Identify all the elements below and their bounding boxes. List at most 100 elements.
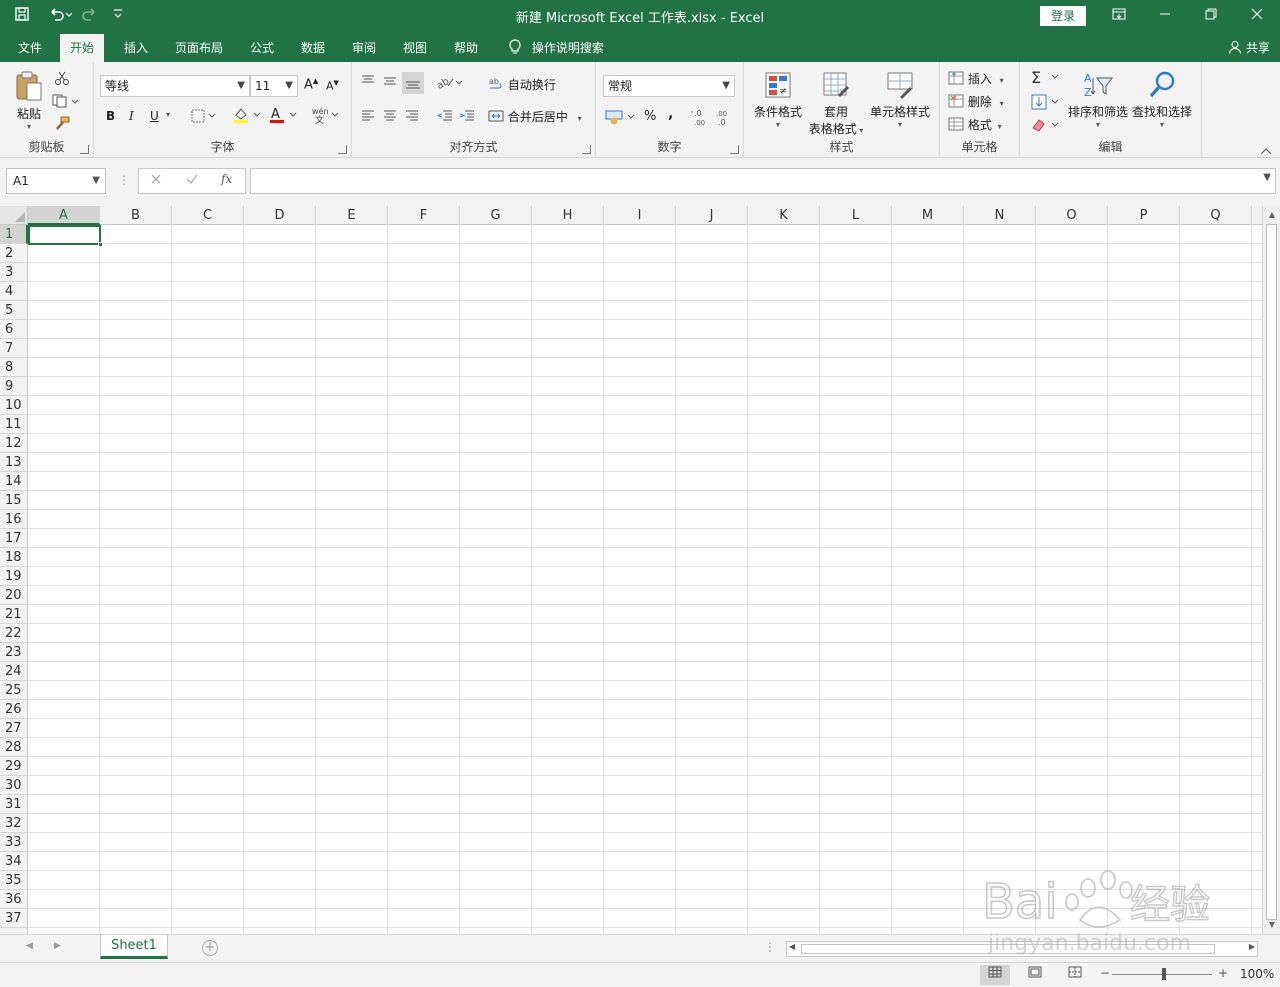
zoom-level[interactable]: 100% — [1240, 967, 1274, 981]
fill-handle[interactable] — [98, 242, 103, 247]
row-header-28[interactable]: 28 — [0, 738, 28, 757]
font-size-combo[interactable]: 11 ▼ — [250, 75, 298, 97]
underline-button[interactable]: U — [150, 109, 159, 123]
close-icon[interactable] — [1234, 0, 1280, 32]
row-header-15[interactable]: 15 — [0, 491, 28, 510]
row-header-22[interactable]: 22 — [0, 624, 28, 643]
row-header-34[interactable]: 34 — [0, 852, 28, 871]
cell-area[interactable] — [28, 225, 1262, 934]
increase-font-size-icon[interactable]: A▲ — [304, 77, 318, 92]
row-header-19[interactable]: 19 — [0, 567, 28, 586]
row-header-1[interactable]: 1 — [0, 225, 28, 244]
row-header-29[interactable]: 29 — [0, 757, 28, 776]
row-header-10[interactable]: 10 — [0, 396, 28, 415]
borders-icon[interactable] — [190, 108, 216, 127]
name-box[interactable]: A1 ▼ — [6, 168, 106, 194]
fill-icon[interactable] — [1030, 93, 1060, 114]
column-header-g[interactable]: G — [460, 206, 532, 225]
row-header-24[interactable]: 24 — [0, 662, 28, 681]
cell-styles-button[interactable]: 单元格样式 ▾ — [868, 70, 932, 129]
row-header-25[interactable]: 25 — [0, 681, 28, 700]
add-sheet-icon[interactable]: + — [202, 940, 218, 956]
autosum-icon[interactable]: Σ — [1030, 68, 1060, 89]
save-icon[interactable] — [14, 6, 30, 26]
format-painter-icon[interactable] — [54, 116, 70, 135]
delete-cells-button[interactable]: 删除 ▾ — [948, 93, 1004, 110]
font-launcher-icon[interactable] — [338, 145, 347, 154]
row-header-4[interactable]: 4 — [0, 282, 28, 301]
tell-me-search[interactable]: 操作说明搜索 — [498, 34, 614, 62]
merge-center-button[interactable]: 合并后居中 ▾ — [488, 108, 582, 125]
horizontal-scroll-thumb[interactable] — [801, 944, 1215, 954]
row-header-11[interactable]: 11 — [0, 415, 28, 434]
restore-icon[interactable] — [1188, 0, 1234, 32]
font-name-combo[interactable]: 等线 ▼ — [100, 75, 250, 97]
decrease-font-size-icon[interactable]: A▼ — [326, 79, 339, 93]
font-color-icon[interactable]: A — [268, 106, 298, 127]
increase-indent-icon[interactable] — [458, 109, 476, 126]
phonetic-guide-icon[interactable]: wén 文 — [310, 106, 340, 127]
row-header-18[interactable]: 18 — [0, 548, 28, 567]
scroll-up-icon[interactable]: ▲ — [1266, 208, 1278, 222]
column-header-c[interactable]: C — [172, 206, 244, 225]
align-bottom-icon[interactable] — [402, 72, 424, 94]
tab-file[interactable]: 文件 — [8, 34, 52, 62]
fill-color-icon[interactable] — [232, 106, 262, 127]
row-header-5[interactable]: 5 — [0, 301, 28, 320]
decrease-decimal-icon[interactable]: .00.0 — [714, 108, 734, 129]
column-header-b[interactable]: B — [100, 206, 172, 225]
select-all-button[interactable] — [0, 206, 28, 225]
increase-decimal-icon[interactable]: .0.00 — [690, 108, 710, 129]
row-header-31[interactable]: 31 — [0, 795, 28, 814]
column-header-f[interactable]: F — [388, 206, 460, 225]
customize-icon[interactable] — [112, 8, 124, 24]
row-header-26[interactable]: 26 — [0, 700, 28, 719]
row-header-2[interactable]: 2 — [0, 244, 28, 263]
align-left-icon[interactable] — [360, 109, 376, 126]
scroll-left-icon[interactable]: ◀ — [789, 942, 795, 951]
tab-view[interactable]: 视图 — [393, 34, 437, 62]
align-right-icon[interactable] — [404, 109, 420, 126]
minimize-icon[interactable] — [1142, 0, 1188, 32]
cut-icon[interactable] — [54, 70, 70, 89]
ribbon-display-icon[interactable] — [1096, 0, 1142, 32]
clear-icon[interactable] — [1030, 116, 1060, 137]
expand-formula-bar-icon[interactable]: ▼ — [1263, 172, 1271, 183]
tab-home[interactable]: 开始 — [60, 34, 105, 62]
percent-style-button[interactable]: % — [644, 109, 656, 124]
normal-view-icon[interactable] — [980, 965, 1010, 985]
row-header-21[interactable]: 21 — [0, 605, 28, 624]
row-header-36[interactable]: 36 — [0, 890, 28, 909]
row-header-16[interactable]: 16 — [0, 510, 28, 529]
row-header-6[interactable]: 6 — [0, 320, 28, 339]
copy-icon[interactable] — [52, 94, 80, 111]
row-header-14[interactable]: 14 — [0, 472, 28, 491]
insert-cells-button[interactable]: 插入 ▾ — [948, 70, 1004, 87]
row-header-17[interactable]: 17 — [0, 529, 28, 548]
number-format-combo[interactable]: 常规 ▼ — [603, 75, 735, 97]
row-header-30[interactable]: 30 — [0, 776, 28, 795]
vertical-scrollbar[interactable]: ▲ ▼ — [1262, 206, 1280, 934]
comma-style-button[interactable]: , — [668, 106, 673, 122]
column-header-a[interactable]: A — [28, 206, 100, 225]
align-middle-icon[interactable] — [382, 74, 398, 91]
column-header-m[interactable]: M — [892, 206, 964, 225]
row-header-33[interactable]: 33 — [0, 833, 28, 852]
column-header-o[interactable]: O — [1036, 206, 1108, 225]
column-header-i[interactable]: I — [604, 206, 676, 225]
column-header-q[interactable]: Q — [1180, 206, 1252, 225]
cancel-icon[interactable] — [149, 172, 163, 189]
align-top-icon[interactable] — [360, 74, 376, 91]
find-select-button[interactable]: 查找和选择 ▾ — [1130, 70, 1194, 129]
row-header-9[interactable]: 9 — [0, 377, 28, 396]
scroll-down-icon[interactable]: ▼ — [1266, 918, 1278, 932]
column-header-d[interactable]: D — [244, 206, 316, 225]
row-header-20[interactable]: 20 — [0, 586, 28, 605]
zoom-in-icon[interactable]: + — [1218, 966, 1228, 980]
tab-split-grip-icon[interactable]: ⋮ — [764, 940, 776, 954]
enter-icon[interactable] — [185, 172, 199, 189]
accounting-format-icon[interactable] — [604, 108, 636, 129]
tab-help[interactable]: 帮助 — [444, 34, 488, 62]
share-button[interactable]: 共享 — [1228, 34, 1270, 62]
tab-data[interactable]: 数据 — [291, 34, 335, 62]
